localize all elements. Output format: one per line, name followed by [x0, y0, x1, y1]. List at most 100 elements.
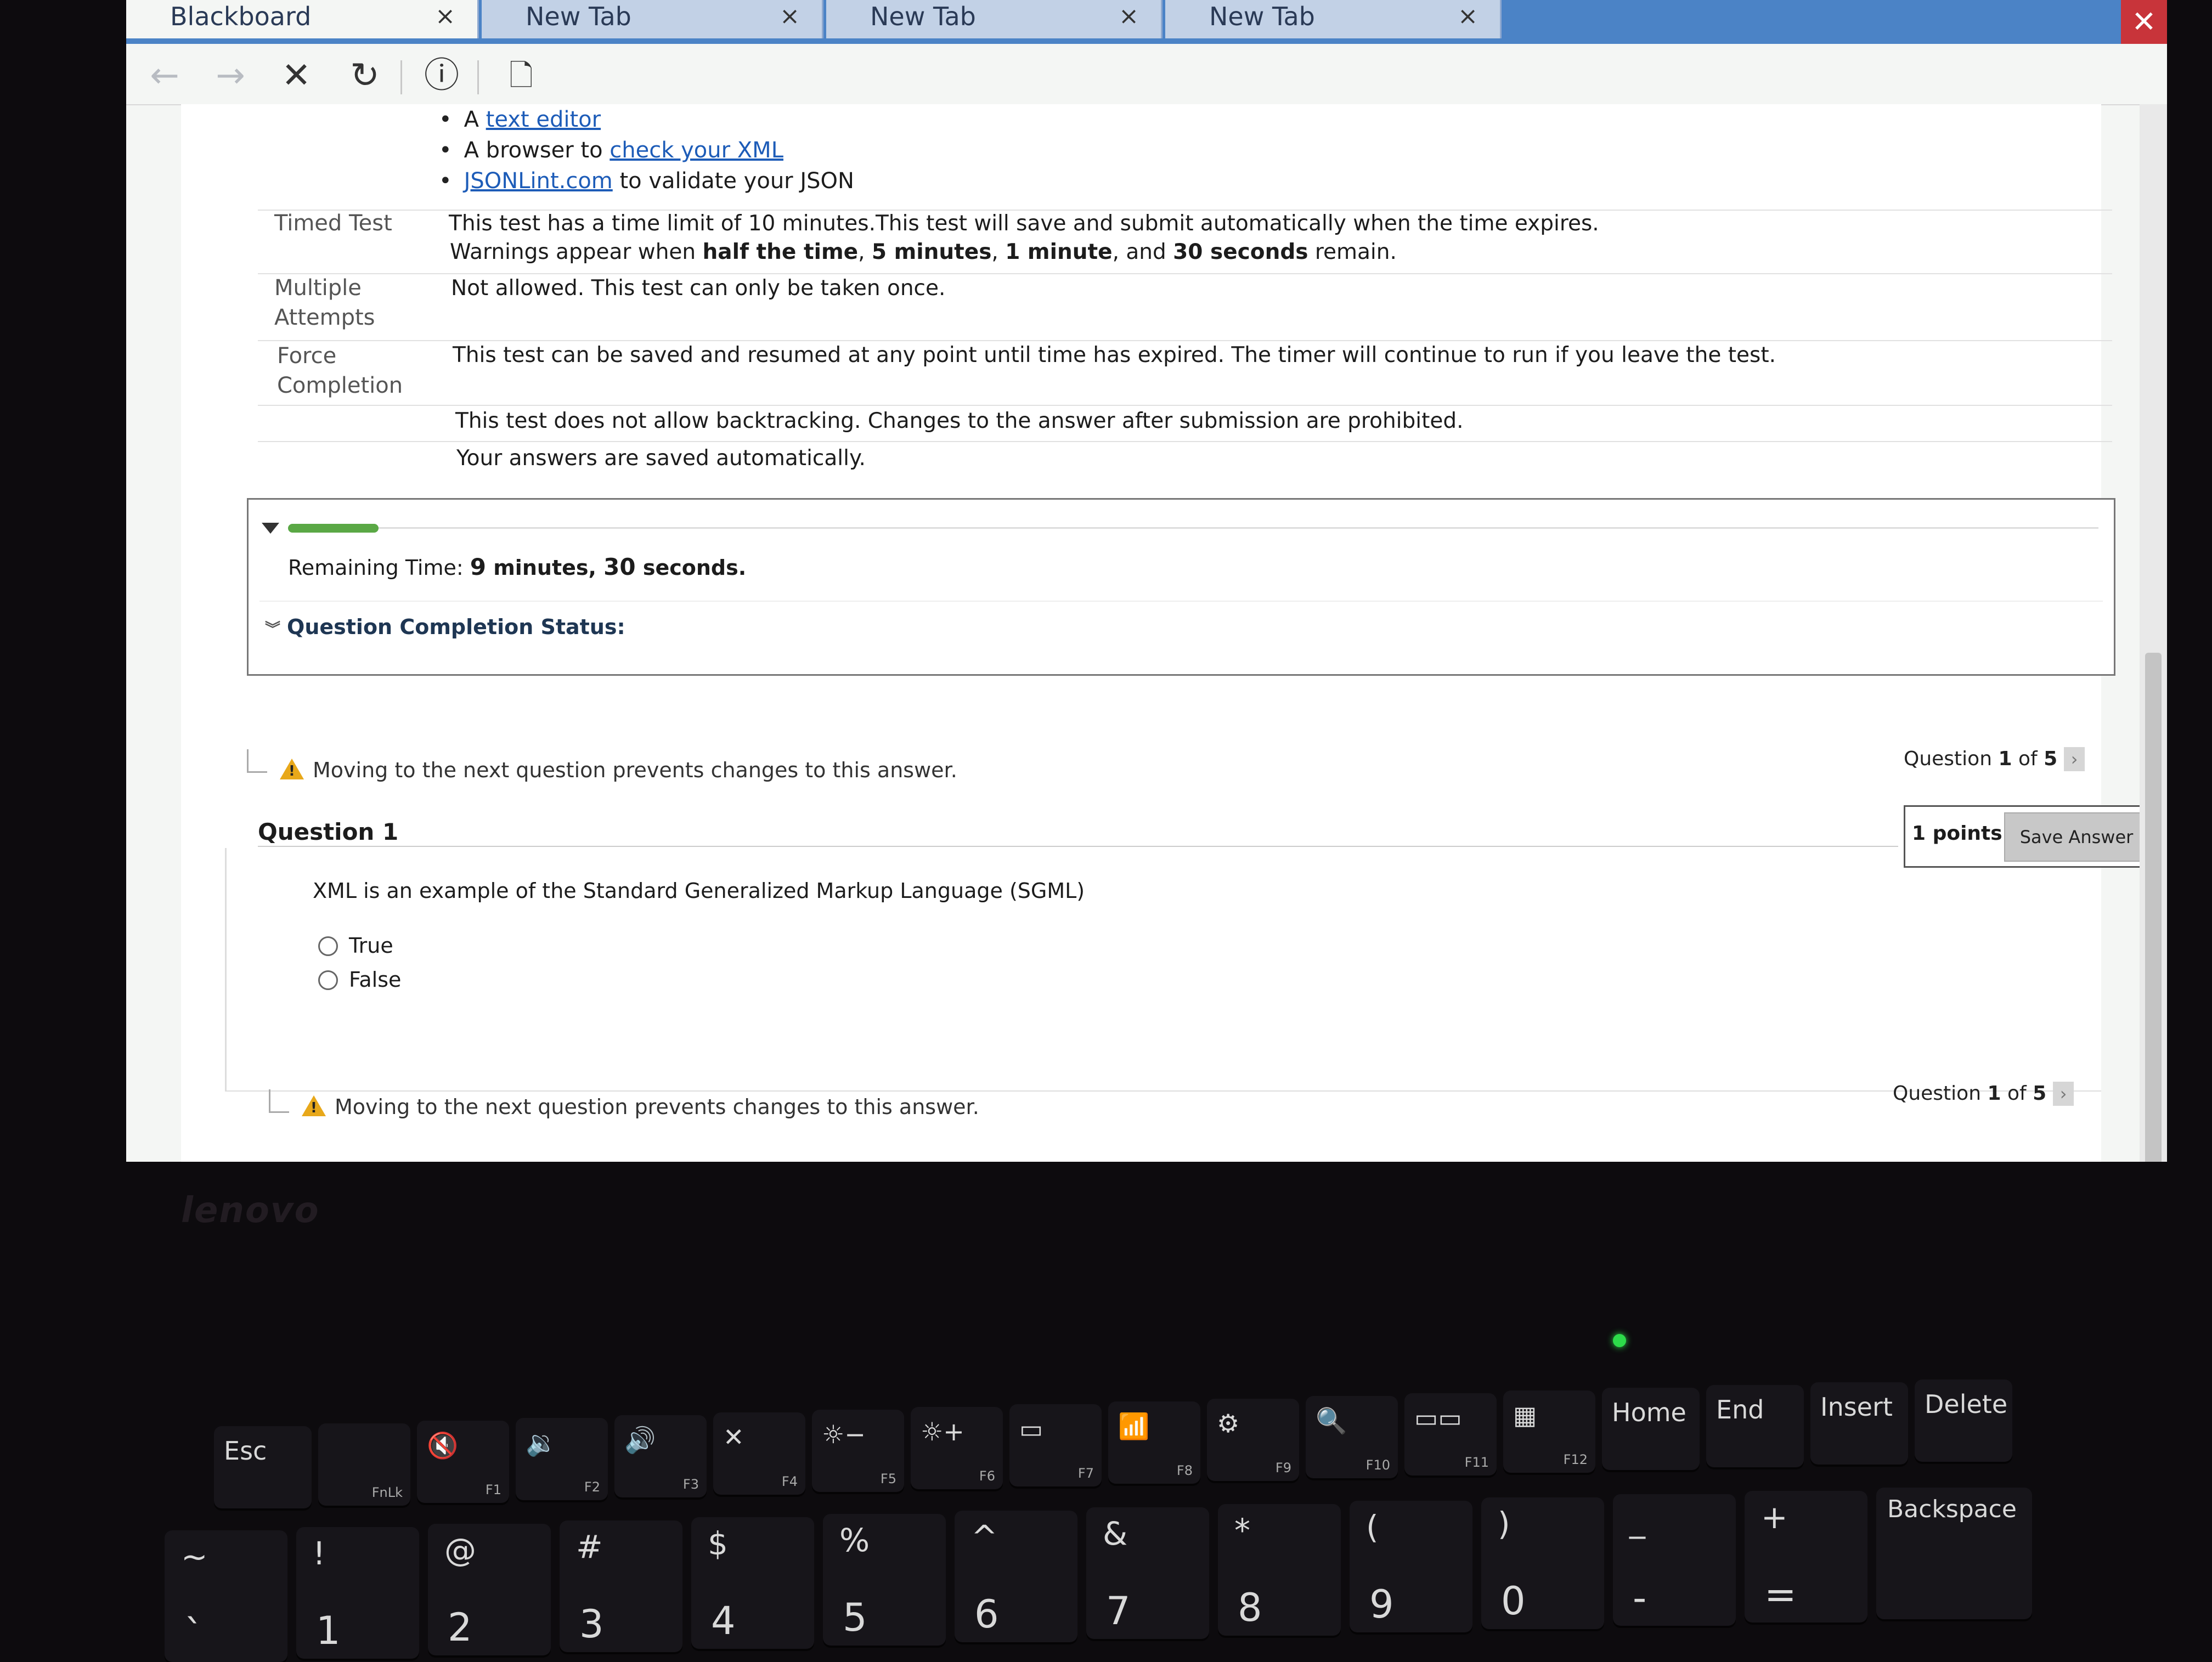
number-key[interactable]: (9: [1350, 1501, 1472, 1632]
tab-new-tab-3[interactable]: New Tab ×: [1165, 0, 1502, 38]
number-key[interactable]: _ -: [1613, 1494, 1736, 1626]
number-key[interactable]: & 7: [1086, 1507, 1209, 1639]
function-key[interactable]: End: [1706, 1385, 1804, 1467]
function-key[interactable]: ☼+ F6: [911, 1407, 1003, 1489]
timer-track: [288, 527, 2098, 529]
function-key[interactable]: 🔍 F10: [1306, 1396, 1398, 1478]
answer-option-true[interactable]: True: [318, 934, 393, 958]
radio-button[interactable]: [318, 970, 338, 990]
key-label: 🔍: [1316, 1406, 1347, 1435]
key-label: ▭▭: [1414, 1403, 1462, 1433]
next-question-chevron-icon[interactable]: ›: [2064, 747, 2085, 771]
number-key[interactable]: Backspace: [1876, 1488, 2032, 1619]
nav-text: Question: [1893, 1082, 1988, 1105]
collapse-triangle-icon[interactable]: [262, 523, 279, 534]
window-close-icon[interactable]: ✕: [2121, 0, 2167, 44]
elbow-arrow-icon: [269, 1089, 289, 1113]
number-key[interactable]: * 8: [1218, 1504, 1341, 1636]
function-key[interactable]: FnLk: [318, 1423, 410, 1506]
number-key[interactable]: % 5: [823, 1514, 946, 1646]
tab-blackboard[interactable]: Blackboard ×: [126, 0, 479, 38]
number-key[interactable]: ! 1: [296, 1527, 419, 1659]
number-key[interactable]: ) 0: [1481, 1497, 1604, 1629]
function-key[interactable]: 🔉 F2: [516, 1418, 608, 1500]
next-question-chevron-icon[interactable]: ›: [2053, 1082, 2074, 1106]
key-fn-label: F12: [1563, 1452, 1588, 1467]
tab-close-icon[interactable]: ×: [1119, 0, 1139, 38]
answer-option-false[interactable]: False: [318, 968, 401, 992]
tab-new-tab-1[interactable]: New Tab ×: [482, 0, 823, 38]
key-label: Home: [1612, 1398, 1686, 1427]
text: ,: [858, 240, 872, 264]
function-key[interactable]: ▭ F7: [1009, 1404, 1102, 1486]
label-line: Completion: [277, 373, 403, 398]
key-shift-label: %: [839, 1522, 870, 1559]
scrollbar[interactable]: [2140, 104, 2167, 1162]
forward-arrow-icon[interactable]: →: [208, 54, 252, 98]
function-key[interactable]: Delete: [1915, 1380, 2012, 1462]
timer-progress-bar: [288, 524, 379, 533]
tab-close-icon[interactable]: ×: [1458, 0, 1478, 38]
number-key[interactable]: + =: [1745, 1491, 1867, 1623]
function-key[interactable]: Home: [1602, 1388, 1700, 1470]
text: Warnings appear when: [450, 240, 703, 264]
number-key[interactable]: #3: [560, 1520, 682, 1652]
key-label: 🔇: [427, 1431, 459, 1460]
function-key[interactable]: 🔊 F3: [614, 1415, 707, 1497]
remaining-minutes-unit: minutes,: [486, 556, 604, 580]
key-label: Insert: [1820, 1392, 1893, 1422]
tab-close-icon[interactable]: ×: [435, 0, 455, 38]
double-chevron-down-icon: ︾: [265, 620, 281, 638]
key-fn-label: F9: [1275, 1460, 1291, 1476]
function-key[interactable]: ▦ F12: [1503, 1390, 1595, 1473]
timer-panel: Remaining Time: 9 minutes, 30 seconds. ︾…: [247, 498, 2115, 676]
key-label: 7: [1106, 1588, 1131, 1633]
function-key[interactable]: ⚙ F9: [1207, 1399, 1299, 1481]
new-page-icon[interactable]: 🗋: [499, 54, 543, 98]
tab-new-tab-2[interactable]: New Tab ×: [826, 0, 1163, 38]
remaining-seconds-unit: seconds.: [635, 556, 747, 580]
function-key[interactable]: ▭▭ F11: [1404, 1393, 1497, 1476]
toolbar-divider: [477, 60, 479, 94]
nav-total: 5: [2033, 1082, 2047, 1105]
scrollbar-thumb[interactable]: [2145, 653, 2162, 1162]
key-label: 8: [1238, 1585, 1262, 1630]
remaining-seconds: 30: [603, 553, 636, 580]
completion-status-toggle[interactable]: ︾ Question Completion Status:: [265, 615, 625, 639]
list-item-text: A browser to: [464, 138, 610, 163]
info-icon[interactable]: ⓘ: [420, 54, 464, 98]
force-completion-value: This test can be saved and resumed at an…: [453, 343, 1776, 368]
back-arrow-icon[interactable]: ←: [143, 54, 187, 98]
text-editor-link[interactable]: text editor: [486, 107, 601, 132]
function-key[interactable]: ☼− F5: [812, 1410, 904, 1492]
function-key[interactable]: ✕ F4: [713, 1412, 805, 1495]
function-key[interactable]: 📶 F8: [1108, 1401, 1200, 1484]
key-label: ▦: [1513, 1400, 1537, 1430]
key-shift-label: (: [1366, 1508, 1379, 1546]
key-fn-label: F8: [1176, 1463, 1193, 1478]
function-key[interactable]: Insert: [1810, 1382, 1908, 1465]
key-fn-label: F6: [979, 1468, 995, 1484]
number-key[interactable]: ~ `: [165, 1530, 287, 1662]
save-answer-button[interactable]: Save Answer: [2004, 812, 2149, 862]
key-label: 3: [579, 1602, 604, 1647]
number-key[interactable]: $4: [691, 1517, 814, 1649]
key-label: =: [1764, 1572, 1797, 1617]
number-key[interactable]: @2: [428, 1524, 551, 1655]
tab-close-icon[interactable]: ×: [780, 0, 800, 38]
check-xml-link[interactable]: check your XML: [610, 138, 783, 163]
question-frame: [225, 848, 227, 1092]
lenovo-logo: lenovo: [181, 1190, 320, 1231]
reload-icon[interactable]: ↻: [343, 54, 387, 98]
tab-bar: Blackboard × New Tab × New Tab × New Tab…: [126, 0, 2167, 44]
function-key[interactable]: 🔇 F1: [417, 1421, 509, 1503]
key-label: ⚙: [1217, 1409, 1240, 1438]
radio-button[interactable]: [318, 936, 338, 956]
jsonlint-link[interactable]: JSONLint.com: [464, 168, 613, 194]
number-key[interactable]: ^ 6: [955, 1511, 1077, 1642]
stop-icon[interactable]: ✕: [274, 54, 318, 98]
question-title: Question 1: [258, 818, 399, 845]
function-key[interactable]: Esc: [214, 1426, 312, 1508]
key-label: 📶: [1118, 1411, 1150, 1441]
key-shift-label: *: [1234, 1512, 1250, 1549]
